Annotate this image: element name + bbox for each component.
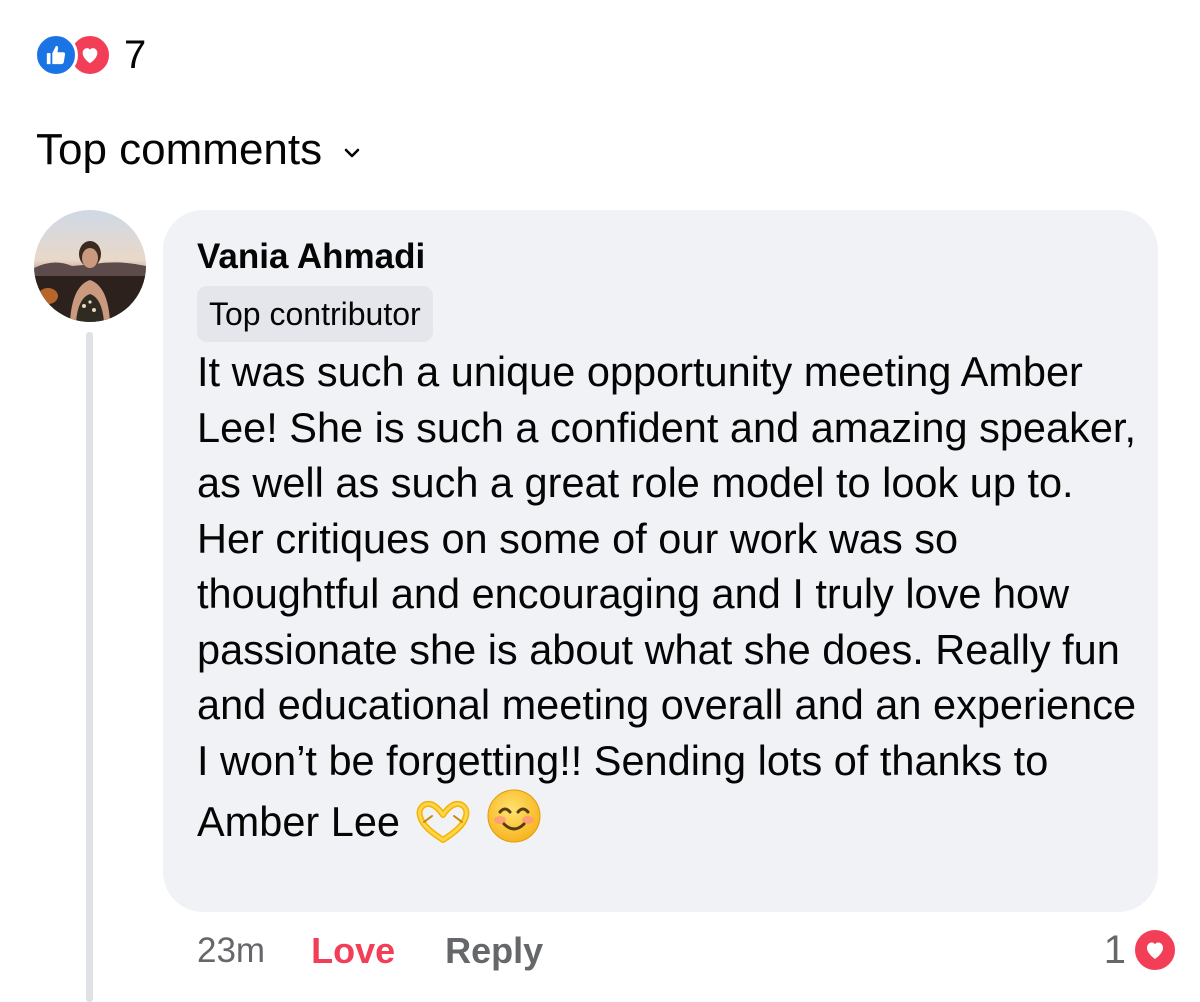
reaction-count: 7 [124, 33, 147, 77]
love-button[interactable]: Love [311, 930, 395, 972]
comment-bubble: Vania Ahmadi Top contributor It was such… [163, 210, 1158, 912]
top-contributor-badge: Top contributor [197, 286, 433, 342]
section-title: Top comments [36, 125, 323, 174]
heart-hands-emoji-icon [414, 800, 472, 858]
reply-button[interactable]: Reply [445, 930, 543, 972]
comment-body: It was such a unique opportunity meeting… [197, 344, 1137, 858]
comment-author[interactable]: Vania Ahmadi [197, 236, 1128, 278]
avatar[interactable] [34, 210, 146, 322]
chevron-down-icon [344, 148, 360, 158]
post-reactions-summary[interactable]: 7 [34, 32, 146, 78]
comment-actions: 23m Love Reply [197, 926, 543, 976]
top-comments-filter[interactable]: Top comments [36, 120, 360, 180]
like-icon [34, 33, 78, 77]
thread-line [86, 332, 93, 1002]
smiling-face-emoji-icon [486, 788, 542, 858]
love-icon [1132, 927, 1178, 973]
comment-reaction-count: 1 [1103, 927, 1126, 972]
comment-reactions[interactable]: 1 [1104, 924, 1178, 976]
comment-timestamp[interactable]: 23m [197, 931, 265, 971]
comment-text: It was such a unique opportunity meeting… [197, 348, 1137, 845]
